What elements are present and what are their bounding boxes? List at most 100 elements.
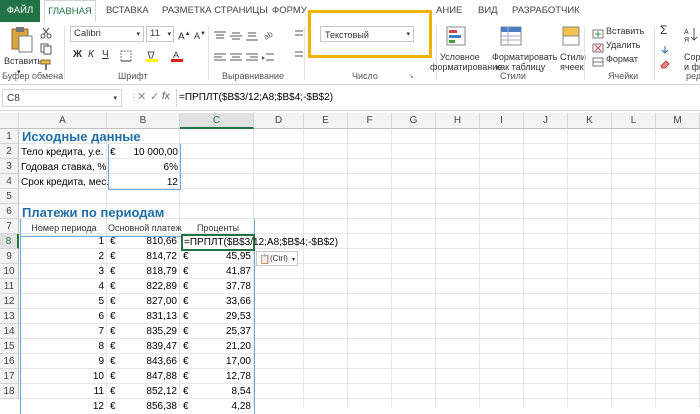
column-header-f[interactable]: F	[348, 113, 392, 129]
number-format-select[interactable]: Текстовый ▾	[320, 26, 414, 42]
conditional-formatting-icon[interactable]	[446, 26, 466, 46]
row-header-7[interactable]: 7	[0, 219, 19, 234]
insert-cells-label[interactable]: Вставить	[606, 26, 644, 36]
column-header-m[interactable]: M	[656, 113, 700, 129]
row-header-8[interactable]: 8	[0, 234, 19, 249]
format-as-table-icon[interactable]	[500, 26, 522, 46]
select-all-corner[interactable]	[0, 113, 19, 129]
row-header-18[interactable]: 18	[0, 384, 19, 399]
delete-cells-icon[interactable]	[592, 40, 604, 53]
tab-insert[interactable]: ВСТАВКА	[106, 0, 149, 22]
align-top-icon[interactable]	[214, 28, 226, 39]
autosum-icon[interactable]: Σ	[660, 24, 667, 36]
indent-icon[interactable]	[262, 50, 274, 61]
sort-filter-icon[interactable]: AЯ	[684, 26, 698, 44]
row-header-16[interactable]: 16	[0, 354, 19, 369]
underline-button[interactable]: Ч	[102, 50, 109, 60]
row-header-5[interactable]: 5	[0, 189, 19, 204]
row-header-11[interactable]: 11	[0, 279, 19, 294]
column-header-d[interactable]: D	[254, 113, 304, 129]
conditional-formatting-label[interactable]: Условное	[440, 52, 480, 62]
insert-cells-icon[interactable]	[592, 26, 604, 39]
row-header-4[interactable]: 4	[0, 174, 19, 189]
column-header-a[interactable]: A	[19, 113, 107, 129]
active-cell-editor[interactable]: =ПРПЛТ($B$3/12;A8;$B$4;-$B$2)	[184, 235, 338, 250]
paste-options-button[interactable]: 📋 (Ctrl) ▾	[256, 251, 298, 266]
row-header-14[interactable]: 14	[0, 324, 19, 339]
format-cells-icon[interactable]	[592, 54, 604, 67]
tab-home[interactable]: ГЛАВНАЯ	[44, 0, 96, 22]
enter-icon[interactable]: ✓	[150, 92, 159, 103]
column-header-c[interactable]: C	[180, 113, 254, 129]
paste-label[interactable]: Вставить	[4, 56, 42, 66]
align-left-icon[interactable]	[214, 50, 226, 61]
bold-button[interactable]: Ж	[73, 50, 82, 60]
conditional-formatting-label-2[interactable]: форматирование	[430, 62, 502, 72]
delete-cells-label[interactable]: Удалить	[606, 40, 640, 50]
format-as-table-label[interactable]: Форматировать	[492, 52, 557, 62]
row-header-6[interactable]: 6	[0, 204, 19, 219]
row-header-15[interactable]: 15	[0, 339, 19, 354]
format-painter-icon[interactable]	[40, 58, 52, 70]
formula-input[interactable]: =ПРПЛТ($B$3/12;A8;$B$4;-$B$2)	[176, 89, 698, 107]
cancel-icon[interactable]: ✕	[137, 92, 146, 103]
column-header-j[interactable]: J	[524, 113, 568, 129]
tab-data[interactable]: АНИЕ	[436, 0, 462, 22]
fill-color-icon[interactable]	[145, 49, 159, 62]
row-header-10[interactable]: 10	[0, 264, 19, 279]
cell-styles-label-2[interactable]: ячеек	[560, 62, 584, 72]
align-middle-icon[interactable]	[230, 28, 242, 40]
row-header-2[interactable]: 2	[0, 144, 19, 159]
fill-icon[interactable]	[660, 42, 670, 54]
font-name-value: Calibri	[74, 28, 101, 39]
grid-vline	[391, 129, 392, 407]
column-header-b[interactable]: B	[107, 113, 180, 129]
row-header-9[interactable]: 9	[0, 249, 19, 264]
tab-file[interactable]: ФАЙЛ	[0, 0, 40, 22]
row-header-1[interactable]: 1	[0, 129, 19, 144]
clear-icon[interactable]	[660, 56, 670, 69]
sort-filter-label[interactable]: Сорт	[684, 52, 700, 62]
paste-icon[interactable]	[8, 26, 34, 54]
grow-font-icon[interactable]: A▲	[178, 29, 191, 42]
cell-styles-label[interactable]: Стили	[560, 52, 586, 62]
row-header-13[interactable]: 13	[0, 309, 19, 324]
name-box[interactable]: C8 ▾	[2, 89, 122, 107]
column-header-k[interactable]: K	[568, 113, 612, 129]
insert-function-icon[interactable]: fx	[162, 92, 170, 102]
cell-styles-icon[interactable]	[562, 26, 580, 46]
align-right-icon[interactable]	[246, 50, 258, 61]
italic-button[interactable]: К	[88, 50, 94, 60]
grid-vline	[611, 129, 612, 407]
format-cells-label[interactable]: Формат	[606, 54, 638, 64]
orientation-icon[interactable]: ab	[262, 27, 276, 42]
column-header-g[interactable]: G	[392, 113, 436, 129]
align-bottom-icon[interactable]	[246, 28, 258, 41]
borders-icon[interactable]	[120, 49, 132, 62]
tab-page-layout[interactable]: РАЗМЕТКА СТРАНИЦЫ	[162, 0, 268, 22]
tab-view[interactable]: ВИД	[478, 0, 498, 22]
row-header-17[interactable]: 17	[0, 369, 19, 384]
font-size-select[interactable]: 11 ▾	[146, 26, 174, 42]
tab-developer[interactable]: РАЗРАБОТЧИК	[512, 0, 580, 22]
font-name-select[interactable]: Calibri ▾	[70, 26, 144, 42]
align-center-icon[interactable]	[230, 50, 242, 61]
dialog-launcher-icon[interactable]: ↘	[408, 72, 414, 82]
cut-icon[interactable]	[40, 26, 52, 39]
copy-icon[interactable]	[40, 42, 52, 55]
shrink-font-icon[interactable]: A▼	[194, 29, 206, 41]
paste-options-label: (Ctrl)	[270, 254, 288, 263]
row-header-3[interactable]: 3	[0, 159, 19, 174]
font-color-icon[interactable]: A	[170, 49, 184, 62]
group-number-label: Число	[352, 71, 378, 81]
column-header-l[interactable]: L	[612, 113, 656, 129]
clipboard-icon: 📋	[259, 254, 271, 264]
column-header-i[interactable]: I	[480, 113, 524, 129]
row-header-12[interactable]: 12	[0, 294, 19, 309]
wrap-text-icon[interactable]	[294, 28, 304, 58]
column-header-e[interactable]: E	[304, 113, 348, 129]
column-header-h[interactable]: H	[436, 113, 480, 129]
group-clipboard-label: Буфер обмена	[2, 71, 64, 81]
spreadsheet-grid[interactable]: ABCDEFGHIJKLM 1 2 3 4 5 6 7 8 9 10 11 12 13 14 15 16 17 1…	[0, 113, 700, 414]
tab-formulas[interactable]: ФОРМУ	[272, 0, 307, 22]
